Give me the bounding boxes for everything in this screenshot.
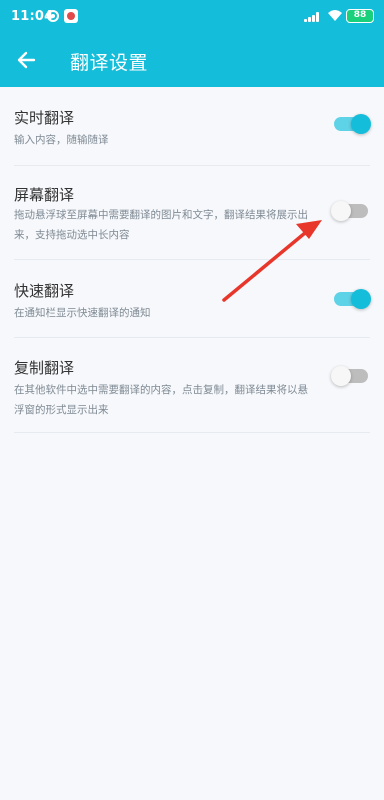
setting-title: 快速翻译 <box>14 282 75 300</box>
page-title: 翻译设置 <box>70 52 149 74</box>
setting-description: 在其他软件中选中需要翻译的内容，点击复制，翻译结果将以悬浮窗的形式显示出来 <box>14 384 308 416</box>
setting-copy-translate[interactable]: 复制翻译 在其他软件中选中需要翻译的内容，点击复制，翻译结果将以悬浮窗的形式显示… <box>14 338 370 433</box>
setting-title: 复制翻译 <box>14 359 75 377</box>
signal-icon <box>304 10 322 22</box>
status-bar: 11:04 88 <box>0 0 384 34</box>
quick-translate-toggle[interactable] <box>334 289 371 309</box>
back-arrow-icon[interactable] <box>14 47 40 73</box>
setting-description: 拖动悬浮球至屏幕中需要翻译的图片和文字，翻译结果将展示出来，支持拖动选中长内容 <box>14 209 308 241</box>
setting-description: 在通知栏显示快速翻译的通知 <box>14 307 151 319</box>
setting-title: 实时翻译 <box>14 109 75 127</box>
setting-quick-translate[interactable]: 快速翻译 在通知栏显示快速翻译的通知 <box>14 260 371 338</box>
wifi-icon <box>328 10 342 21</box>
screen-translate-toggle[interactable] <box>331 201 368 221</box>
realtime-translate-toggle[interactable] <box>334 114 371 134</box>
setting-description: 输入内容，随输随译 <box>14 134 109 146</box>
battery-icon: 88 <box>346 9 374 23</box>
copy-translate-toggle[interactable] <box>331 366 368 386</box>
app-notification-icon <box>64 9 78 23</box>
weibo-style-icon <box>47 10 59 22</box>
toggle-knob <box>331 366 351 386</box>
setting-screen-translate[interactable]: 屏幕翻译 拖动悬浮球至屏幕中需要翻译的图片和文字，翻译结果将展示出来，支持拖动选… <box>14 166 370 260</box>
app-bar: 11:04 88 翻译设置 <box>0 0 384 87</box>
toggle-knob <box>351 289 371 309</box>
toggle-knob <box>351 114 371 134</box>
setting-title: 屏幕翻译 <box>14 186 75 204</box>
settings-list: 实时翻译 输入内容，随输随译 屏幕翻译 拖动悬浮球至屏幕中需要翻译的图片和文字，… <box>0 87 384 433</box>
toggle-knob <box>331 201 351 221</box>
setting-realtime-translate[interactable]: 实时翻译 输入内容，随输随译 <box>14 87 371 166</box>
